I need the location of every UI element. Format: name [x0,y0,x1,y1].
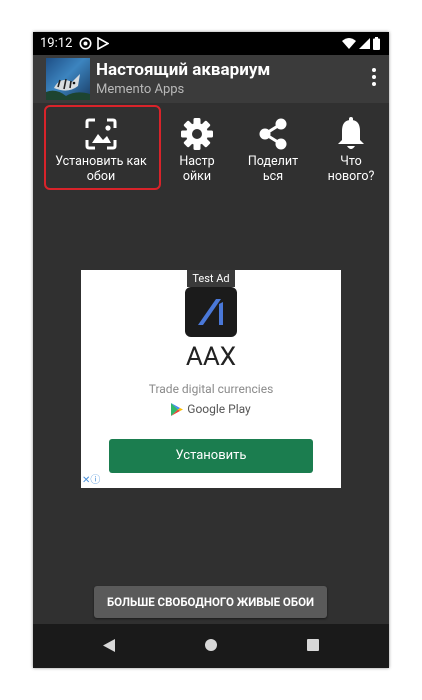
whats-new-button[interactable]: Что нового? [319,103,383,193]
google-play-label: Google Play [187,402,251,416]
ad-app-name: AAX [185,342,237,372]
google-play-badge: Google Play [81,402,341,417]
ad-app-logo [185,287,237,337]
phone-screen: 19:12 Настоящий аквариум Memento Apps Ус… [33,32,389,668]
back-icon[interactable] [103,639,115,652]
google-play-icon [171,403,184,417]
ad-tagline: Trade digital currencies [148,382,274,396]
wifi-icon [342,38,356,49]
more-wallpapers-button[interactable]: БОЛЬШЕ СВОБОДНОГО ЖИВЫЕ ОБОИ [94,586,327,618]
test-ad-badge: Test Ad [187,270,235,287]
home-icon[interactable] [205,639,217,651]
highlight-frame [44,105,161,190]
status-bar: 19:12 [33,32,389,55]
adchoices-icon[interactable]: ✕ⓘ [82,475,100,487]
app-bar: Настоящий аквариум Memento Apps [33,55,389,103]
share-icon [259,118,287,150]
bell-icon [338,117,364,149]
status-time: 19:12 [40,36,73,51]
settings-button[interactable]: Настройки [167,103,227,193]
install-button[interactable]: Установить [109,439,313,473]
settings-label: Настройки [179,154,215,184]
app-thumbnail [46,58,90,100]
battery-icon [373,37,380,50]
gear-icon [181,118,213,150]
navigation-bar [33,624,389,668]
app-subtitle: Memento Apps [96,82,185,97]
notification-icon [79,37,92,50]
app-title: Настоящий аквариум [96,60,271,80]
ad-banner[interactable]: Test Ad AAX Trade digital currencies Goo… [81,270,341,488]
share-button[interactable]: Поделиться [239,103,307,193]
share-label: Поделиться [247,154,299,184]
play-store-icon [97,37,109,50]
recents-icon[interactable] [307,639,319,651]
signal-icon [359,38,370,49]
more-vert-icon[interactable] [371,68,377,90]
whats-new-label: Что нового? [327,154,375,184]
